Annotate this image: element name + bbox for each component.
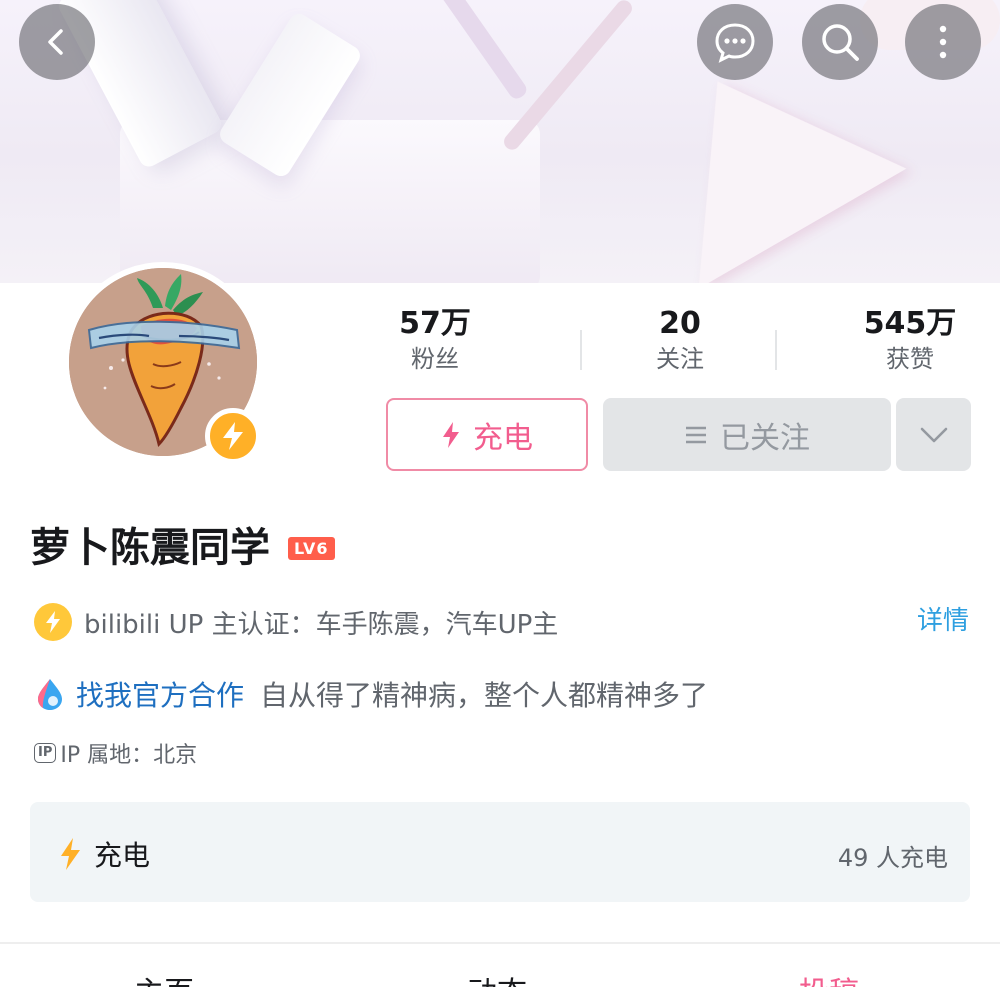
back-icon: [48, 29, 63, 55]
charge-button[interactable]: 充电: [386, 398, 588, 471]
banner-shape: [428, 0, 530, 102]
signature-row: 找我官方合作 自从得了精神病，整个人都精神多了: [34, 674, 708, 714]
more-icon: [939, 25, 947, 59]
signature-text: 自从得了精神病，整个人都精神多了: [260, 679, 709, 712]
lightning-icon: [46, 611, 60, 633]
lightning-icon: [223, 422, 243, 450]
cooperation-link[interactable]: 找我官方合作: [76, 674, 244, 714]
username-row: 萝卜陈震同学 LV6: [30, 522, 335, 574]
profile-banner: [0, 0, 1000, 283]
following-label: 关注: [656, 345, 704, 373]
up-verified-badge: [205, 408, 261, 464]
stat-divider: [580, 330, 582, 370]
back-button[interactable]: [19, 4, 95, 80]
following-count: 20: [659, 306, 701, 341]
level-badge: LV6: [288, 536, 335, 560]
search-button[interactable]: [802, 4, 878, 80]
message-button[interactable]: [697, 4, 773, 80]
chevron-down-icon: [920, 427, 947, 442]
charge-panel-title-group: 充电: [58, 834, 150, 874]
profile-stats: 57万 粉丝 20 关注 545万 获赞: [340, 305, 1000, 385]
search-icon: [822, 24, 859, 61]
charge-panel[interactable]: 充电 49 人充电: [30, 802, 970, 902]
lightning-icon: [443, 421, 459, 448]
username: 萝卜陈震同学: [30, 525, 270, 571]
avatar-container[interactable]: [63, 262, 263, 464]
fans-stat[interactable]: 57万 粉丝: [380, 305, 490, 375]
charge-count: 49 人充电: [837, 844, 948, 872]
fans-label: 粉丝: [411, 345, 459, 373]
charge-button-label: 充电: [473, 420, 533, 456]
followed-button[interactable]: 已关注: [603, 398, 891, 471]
profile-tabs: 主页 动态 投稿: [0, 944, 1000, 987]
charge-panel-title: 充电: [94, 839, 151, 872]
message-icon: [715, 23, 755, 63]
details-link[interactable]: 详情: [917, 600, 969, 637]
likes-count: 545万: [863, 306, 957, 341]
ip-icon: IP: [34, 743, 57, 763]
fans-count: 57万: [399, 306, 471, 341]
more-button[interactable]: [905, 4, 981, 80]
up-verified-icon: [34, 603, 72, 641]
verification-row: bilibili UP 主认证：车手陈震，汽车UP主: [34, 603, 558, 641]
banner-shape: [500, 0, 636, 153]
following-stat[interactable]: 20 关注: [625, 305, 735, 375]
likes-stat[interactable]: 545万 获赞: [840, 305, 980, 375]
stat-divider: [775, 330, 777, 370]
cooperation-logo-icon: [38, 679, 62, 710]
followed-button-label: 已关注: [720, 420, 810, 456]
ip-location-row: IP IP 属地：北京: [34, 737, 197, 769]
menu-lines-icon: [686, 426, 706, 443]
tab-home[interactable]: 主页: [134, 968, 194, 987]
more-actions-dropdown[interactable]: [896, 398, 971, 471]
ip-location-text: IP 属地：北京: [60, 743, 198, 768]
likes-label: 获赞: [886, 345, 934, 373]
lightning-icon: [61, 838, 80, 870]
tab-uploads[interactable]: 投稿: [799, 968, 859, 987]
verification-text: bilibili UP 主认证：车手陈震，汽车UP主: [84, 609, 559, 640]
tab-dynamics[interactable]: 动态: [467, 968, 527, 987]
